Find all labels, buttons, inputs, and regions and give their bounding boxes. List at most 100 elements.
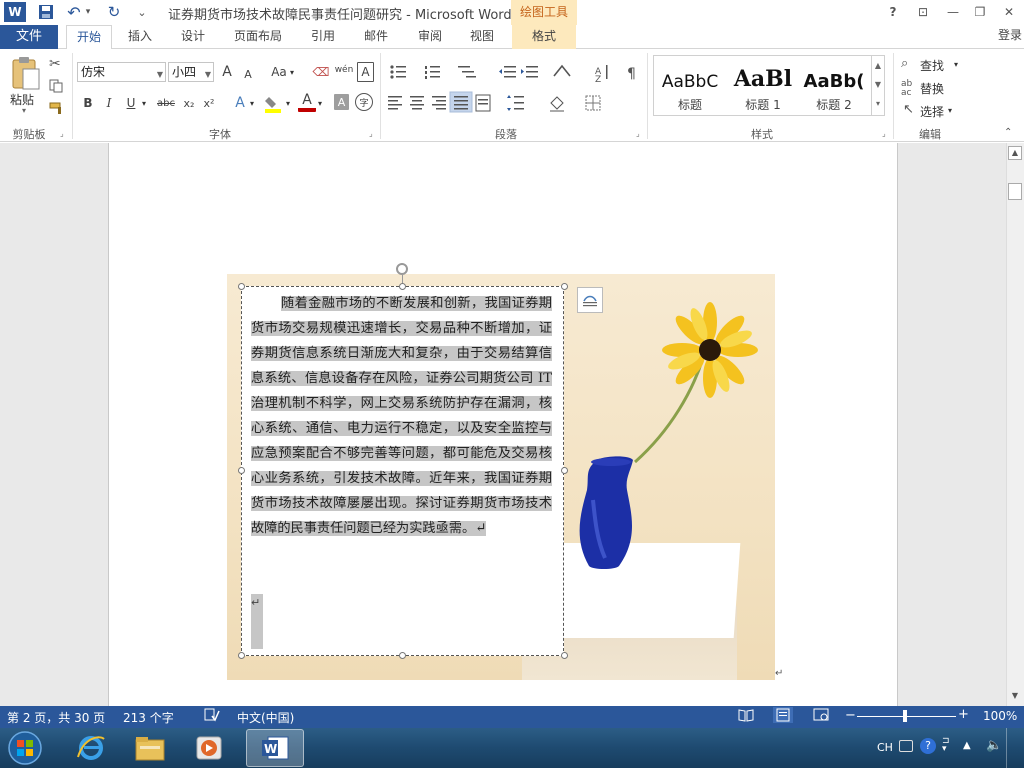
strikethrough-button[interactable]: abc xyxy=(154,93,178,113)
find-dropdown-icon[interactable]: ▾ xyxy=(954,60,958,69)
tab-format[interactable]: 格式 xyxy=(512,25,576,49)
style-heading-1[interactable]: AaBl 标题 1 xyxy=(728,62,798,113)
proofing-icon[interactable] xyxy=(204,708,220,722)
tab-file[interactable]: 文件 xyxy=(0,25,58,49)
font-name-combo[interactable]: 仿宋 ▼ xyxy=(77,62,166,82)
tab-view[interactable]: 视图 xyxy=(464,25,500,49)
start-button-icon[interactable] xyxy=(6,730,44,766)
shrink-font-button[interactable]: A xyxy=(240,64,256,84)
select-cursor-icon[interactable]: ↖ xyxy=(903,102,914,117)
italic-button[interactable]: I xyxy=(100,93,118,113)
layout-options-icon[interactable] xyxy=(577,287,603,313)
paste-icon[interactable] xyxy=(8,56,42,92)
resize-handle-sw[interactable] xyxy=(238,652,245,659)
tab-home[interactable]: 开始 xyxy=(66,25,112,50)
tab-mailings[interactable]: 邮件 xyxy=(358,25,394,49)
print-layout-icon[interactable] xyxy=(773,707,793,723)
change-case-dropdown-icon[interactable]: ▾ xyxy=(290,68,294,77)
selected-paragraph[interactable]: 随着金融市场的不断发展和创新，我国证券期货市场交易规模迅速增长，交易品种不断增加… xyxy=(251,296,552,536)
grow-font-button[interactable]: A xyxy=(218,62,236,82)
zoom-in-button[interactable]: + xyxy=(958,707,969,722)
word-count[interactable]: 213 个字 xyxy=(123,709,174,726)
resize-handle-w[interactable] xyxy=(238,467,245,474)
clear-formatting-icon[interactable]: ⌫ xyxy=(312,62,330,82)
paste-dropdown-icon[interactable]: ▾ xyxy=(22,106,26,115)
subscript-button[interactable]: x₂ xyxy=(180,93,198,113)
bold-button[interactable]: B xyxy=(79,93,97,113)
highlight-dropdown-icon[interactable]: ▾ xyxy=(286,99,290,108)
underline-dropdown-icon[interactable]: ▾ xyxy=(142,99,146,108)
font-color-button[interactable]: A xyxy=(298,92,316,112)
tab-insert[interactable]: 插入 xyxy=(122,25,158,49)
maximize-button[interactable]: ❐ xyxy=(969,3,991,21)
undo-dropdown-icon[interactable]: ▾ xyxy=(82,3,94,21)
copy-icon[interactable] xyxy=(49,79,63,93)
zoom-slider-thumb[interactable] xyxy=(903,710,907,722)
vertical-scrollbar[interactable] xyxy=(1006,143,1024,706)
font-size-combo[interactable]: 小四 ▼ xyxy=(168,62,214,82)
text-effects-dropdown-icon[interactable]: ▾ xyxy=(250,99,254,108)
find-button[interactable]: 查找 xyxy=(920,57,944,74)
highlight-color-icon[interactable] xyxy=(263,95,283,113)
help-button[interactable]: ? xyxy=(882,3,904,21)
ribbon-display-options-button[interactable]: ⊡ xyxy=(912,3,934,21)
text-box-content[interactable]: 随着金融市场的不断发展和创新，我国证券期货市场交易规模迅速增长，交易品种不断增加… xyxy=(251,291,552,541)
ime-options-icon[interactable]: ⊐ ▾ xyxy=(942,737,952,754)
styles-scroll[interactable]: ▲ ▼ ▾ xyxy=(871,56,884,115)
ime-indicator[interactable]: CH xyxy=(877,741,893,754)
read-mode-icon[interactable] xyxy=(738,708,754,722)
undo-icon[interactable]: ↶ xyxy=(64,3,84,22)
style-title[interactable]: AaBbC 标题 xyxy=(655,62,725,113)
tab-design[interactable]: 设计 xyxy=(175,25,211,49)
web-layout-icon[interactable] xyxy=(813,708,829,722)
style-heading-2[interactable]: AaBb( 标题 2 xyxy=(799,62,869,113)
close-button[interactable]: ✕ xyxy=(998,3,1020,21)
find-icon[interactable]: ⌕ xyxy=(901,56,917,72)
cut-icon[interactable]: ✂ xyxy=(49,56,61,72)
clipboard-launcher-icon[interactable]: ⌟ xyxy=(60,129,64,138)
format-painter-icon[interactable] xyxy=(49,101,65,115)
resize-handle-s[interactable] xyxy=(399,652,406,659)
underline-button[interactable]: U xyxy=(122,93,140,113)
scroll-thumb[interactable] xyxy=(1008,183,1022,200)
save-icon[interactable] xyxy=(36,3,56,21)
media-player-icon[interactable] xyxy=(180,729,238,767)
word-taskbar-icon[interactable]: W xyxy=(246,729,304,767)
tab-page-layout[interactable]: 页面布局 xyxy=(228,25,288,49)
font-color-dropdown-icon[interactable]: ▾ xyxy=(318,99,322,108)
scroll-up-icon[interactable]: ▲ xyxy=(1008,146,1022,160)
change-case-button[interactable]: Aa xyxy=(268,62,290,82)
resize-handle-se[interactable] xyxy=(561,652,568,659)
enclose-characters-button[interactable]: 字 xyxy=(355,93,373,111)
select-dropdown-icon[interactable]: ▾ xyxy=(948,106,952,115)
word-app-icon[interactable]: W xyxy=(4,2,26,22)
redo-icon[interactable]: ↻ xyxy=(104,3,124,21)
rotate-handle-icon[interactable] xyxy=(396,263,408,275)
scroll-down-icon[interactable]: ▼ xyxy=(1008,690,1022,704)
customize-qat-icon[interactable]: ⌄ xyxy=(132,3,152,21)
character-border-button[interactable]: A xyxy=(357,62,374,82)
show-desktop-button[interactable] xyxy=(1006,728,1024,768)
resize-handle-nw[interactable] xyxy=(238,283,245,290)
font-launcher-icon[interactable]: ⌟ xyxy=(369,129,373,138)
zoom-level[interactable]: 100% xyxy=(983,709,1017,723)
sign-in-link[interactable]: 登录 xyxy=(998,26,1022,43)
page-count[interactable]: 第 2 页，共 30 页 xyxy=(7,709,105,726)
styles-launcher-icon[interactable]: ⌟ xyxy=(882,129,886,138)
resize-handle-n[interactable] xyxy=(399,283,406,290)
text-effects-button[interactable]: A xyxy=(231,93,249,113)
select-button[interactable]: 选择 xyxy=(920,103,944,120)
volume-icon[interactable]: 🔈 xyxy=(986,738,1002,753)
file-explorer-icon[interactable] xyxy=(121,729,179,767)
replace-icon[interactable]: ab ac xyxy=(901,80,912,98)
tab-review[interactable]: 审阅 xyxy=(412,25,448,49)
internet-explorer-icon[interactable] xyxy=(62,729,120,767)
zoom-out-button[interactable]: − xyxy=(845,708,856,723)
phonetic-guide-button[interactable]: wén xyxy=(333,60,355,80)
keyboard-icon[interactable] xyxy=(899,740,913,752)
language-indicator[interactable]: 中文(中国) xyxy=(237,709,294,726)
character-shading-button[interactable]: A xyxy=(334,94,349,110)
ime-help-icon[interactable]: ? xyxy=(920,738,936,754)
paragraph-launcher-icon[interactable]: ⌟ xyxy=(636,129,640,138)
resize-handle-e[interactable] xyxy=(561,467,568,474)
